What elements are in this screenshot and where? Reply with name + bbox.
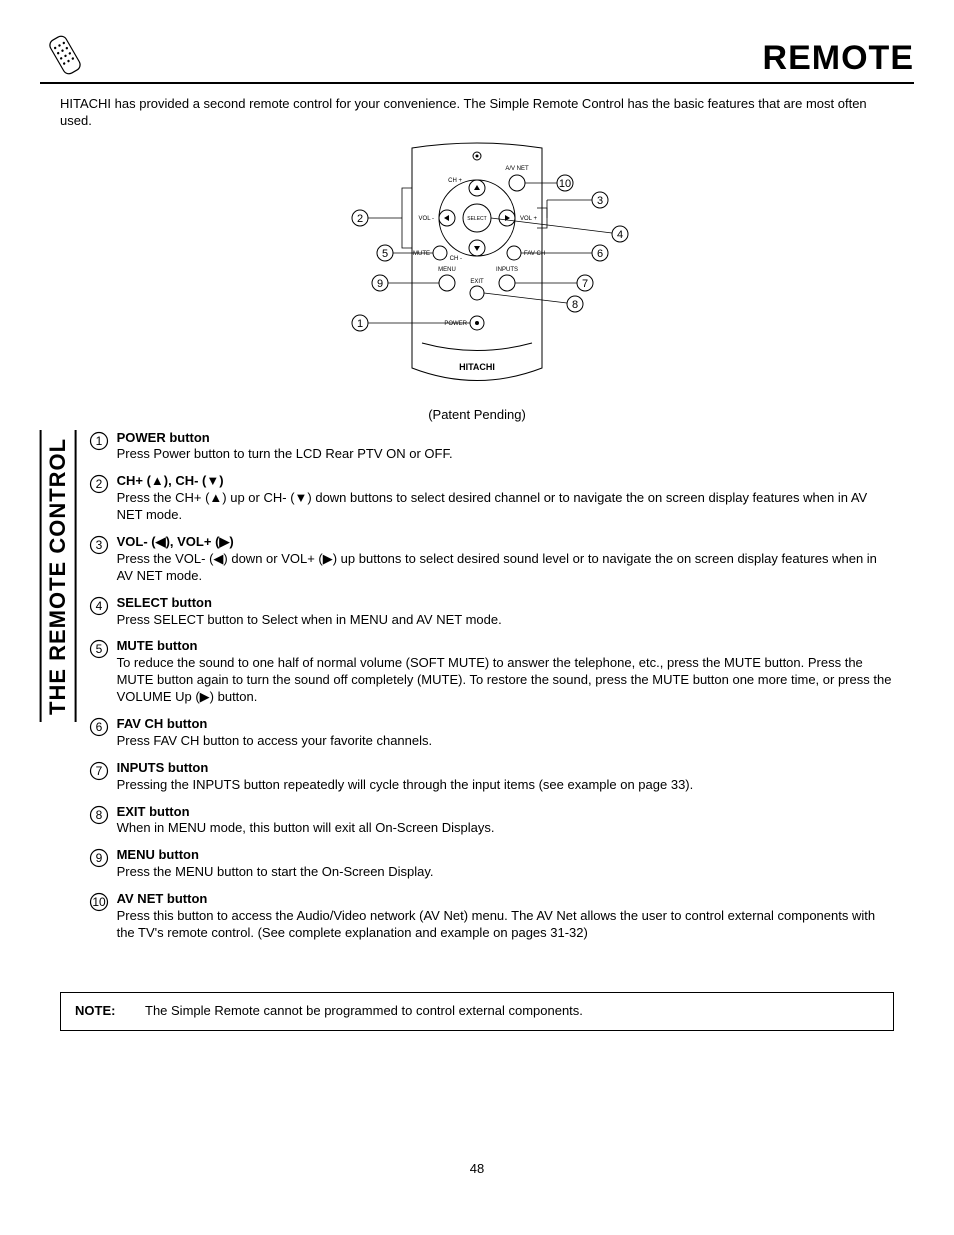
- description-item: 7 INPUTS button Pressing the INPUTS button…: [89, 760, 894, 794]
- svg-text:A/V NET: A/V NET: [505, 166, 529, 172]
- svg-text:5: 5: [95, 642, 102, 656]
- svg-text:FAV CH: FAV CH: [524, 251, 545, 257]
- svg-text:7: 7: [95, 764, 102, 778]
- description-item: 8 EXIT buttonWhen in MENU mode, this butt…: [89, 804, 894, 838]
- item-title: FAV CH button: [117, 716, 208, 731]
- patent-text: (Patent Pending): [40, 407, 914, 424]
- remote-sketch-icon: [40, 30, 90, 80]
- item-title: INPUTS button: [117, 760, 209, 775]
- svg-text:6: 6: [597, 248, 603, 260]
- description-item: 2 CH+ (▲), CH- (▼) Press the CH+ (▲) up or…: [89, 473, 894, 524]
- page-title: REMOTE: [763, 36, 914, 80]
- item-number-icon: 9: [89, 848, 111, 866]
- svg-text:8: 8: [572, 299, 578, 311]
- item-number-icon: 2: [89, 474, 111, 492]
- item-number-icon: 7: [89, 761, 111, 779]
- svg-text:3: 3: [95, 538, 102, 552]
- item-description: Press the MENU button to start the On-Sc…: [117, 864, 434, 879]
- svg-text:INPUTS: INPUTS: [496, 267, 518, 273]
- svg-text:CH +: CH +: [448, 178, 462, 184]
- description-item: 5 MUTE button To reduce the sound to one h…: [89, 638, 894, 706]
- svg-text:CH -: CH -: [450, 256, 462, 262]
- svg-text:6: 6: [95, 720, 102, 734]
- svg-text:9: 9: [95, 851, 102, 865]
- svg-text:VOL -: VOL -: [419, 216, 434, 222]
- description-item: 6 FAV CH button Press FAV CH button to acc…: [89, 716, 894, 750]
- svg-text:EXIT: EXIT: [470, 279, 484, 285]
- item-title: MENU button: [117, 847, 199, 862]
- item-number-icon: 8: [89, 805, 111, 823]
- svg-text:1: 1: [95, 434, 102, 448]
- item-description: When in MENU mode, this button will exit…: [117, 820, 495, 835]
- description-item: 10 AV NET button Press this button to acce…: [89, 891, 894, 942]
- note-text: The Simple Remote cannot be programmed t…: [145, 1003, 583, 1020]
- svg-text:2: 2: [95, 477, 102, 491]
- item-text: MENU button Press the MENU button to star…: [117, 847, 894, 881]
- svg-text:VOL +: VOL +: [520, 216, 537, 222]
- item-text: CH+ (▲), CH- (▼) Press the CH+ (▲) up or …: [117, 473, 894, 524]
- item-title: AV NET button: [117, 891, 208, 906]
- intro-text: HITACHI has provided a second remote con…: [60, 96, 894, 130]
- item-title: POWER button: [117, 430, 210, 445]
- description-item: 4 SELECT button Press SELECT button to Sel…: [89, 595, 894, 629]
- svg-text:4: 4: [617, 229, 623, 241]
- side-section-label: THE REMOTE CONTROL: [40, 430, 77, 722]
- item-description: Press the VOL- (◀) down or VOL+ (▶) up b…: [117, 551, 877, 583]
- item-description: Press SELECT button to Select when in ME…: [117, 612, 502, 627]
- item-number-icon: 1: [89, 431, 111, 449]
- item-text: VOL- (◀), VOL+ (▶) Press the VOL- (◀) dow…: [117, 534, 894, 585]
- svg-text:9: 9: [377, 278, 383, 290]
- item-text: POWER buttonPress Power button to turn t…: [117, 430, 894, 464]
- svg-text:10: 10: [559, 178, 571, 190]
- svg-text:HITACHI: HITACHI: [459, 362, 495, 372]
- item-text: EXIT buttonWhen in MENU mode, this butto…: [117, 804, 894, 838]
- svg-text:MENU: MENU: [438, 267, 456, 273]
- page-number: 48: [40, 1161, 914, 1178]
- item-number-icon: 6: [89, 717, 111, 735]
- item-title: SELECT button: [117, 595, 212, 610]
- svg-text:POWER: POWER: [444, 321, 467, 327]
- item-title: VOL- (◀), VOL+ (▶): [117, 534, 234, 549]
- note-label: NOTE:: [75, 1003, 145, 1020]
- svg-text:3: 3: [597, 195, 603, 207]
- item-title: MUTE button: [117, 638, 198, 653]
- description-item: 3 VOL- (◀), VOL+ (▶) Press the VOL- (◀) do…: [89, 534, 894, 585]
- svg-text:7: 7: [582, 278, 588, 290]
- button-descriptions: 1 POWER buttonPress Power button to turn …: [85, 430, 914, 952]
- item-number-icon: 10: [89, 892, 111, 910]
- svg-text:2: 2: [357, 213, 363, 225]
- svg-text:4: 4: [95, 599, 102, 613]
- item-number-icon: 3: [89, 535, 111, 553]
- item-description: Press the CH+ (▲) up or CH- (▼) down but…: [117, 490, 868, 522]
- item-text: MUTE button To reduce the sound to one ha…: [117, 638, 894, 706]
- svg-text:10: 10: [92, 895, 106, 909]
- item-title: CH+ (▲), CH- (▼): [117, 473, 224, 488]
- item-text: FAV CH button Press FAV CH button to acce…: [117, 716, 894, 750]
- item-description: To reduce the sound to one half of norma…: [117, 655, 892, 704]
- item-description: Press this button to access the Audio/Vi…: [117, 908, 876, 940]
- note-box: NOTE: The Simple Remote cannot be progra…: [60, 992, 894, 1031]
- page-header: REMOTE: [40, 30, 914, 84]
- item-text: AV NET button Press this button to access…: [117, 891, 894, 942]
- svg-text:5: 5: [382, 248, 388, 260]
- item-description: Pressing the INPUTS button repeatedly wi…: [117, 777, 694, 792]
- svg-text:8: 8: [95, 808, 102, 822]
- item-text: INPUTS button Pressing the INPUTS button …: [117, 760, 894, 794]
- svg-text:1: 1: [357, 318, 363, 330]
- item-text: SELECT button Press SELECT button to Sele…: [117, 595, 894, 629]
- item-number-icon: 4: [89, 596, 111, 614]
- description-item: 9 MENU button Press the MENU button to sta…: [89, 847, 894, 881]
- item-title: EXIT button: [117, 804, 190, 819]
- item-number-icon: 5: [89, 639, 111, 657]
- svg-text:MUTE: MUTE: [413, 251, 430, 257]
- item-description: Press Power button to turn the LCD Rear …: [117, 446, 453, 461]
- svg-text:SELECT: SELECT: [467, 216, 486, 222]
- description-item: 1 POWER buttonPress Power button to turn …: [89, 430, 894, 464]
- remote-diagram: A/V NET CH + CH - VOL - VOL + SELECT MUT…: [40, 138, 914, 424]
- item-description: Press FAV CH button to access your favor…: [117, 733, 433, 748]
